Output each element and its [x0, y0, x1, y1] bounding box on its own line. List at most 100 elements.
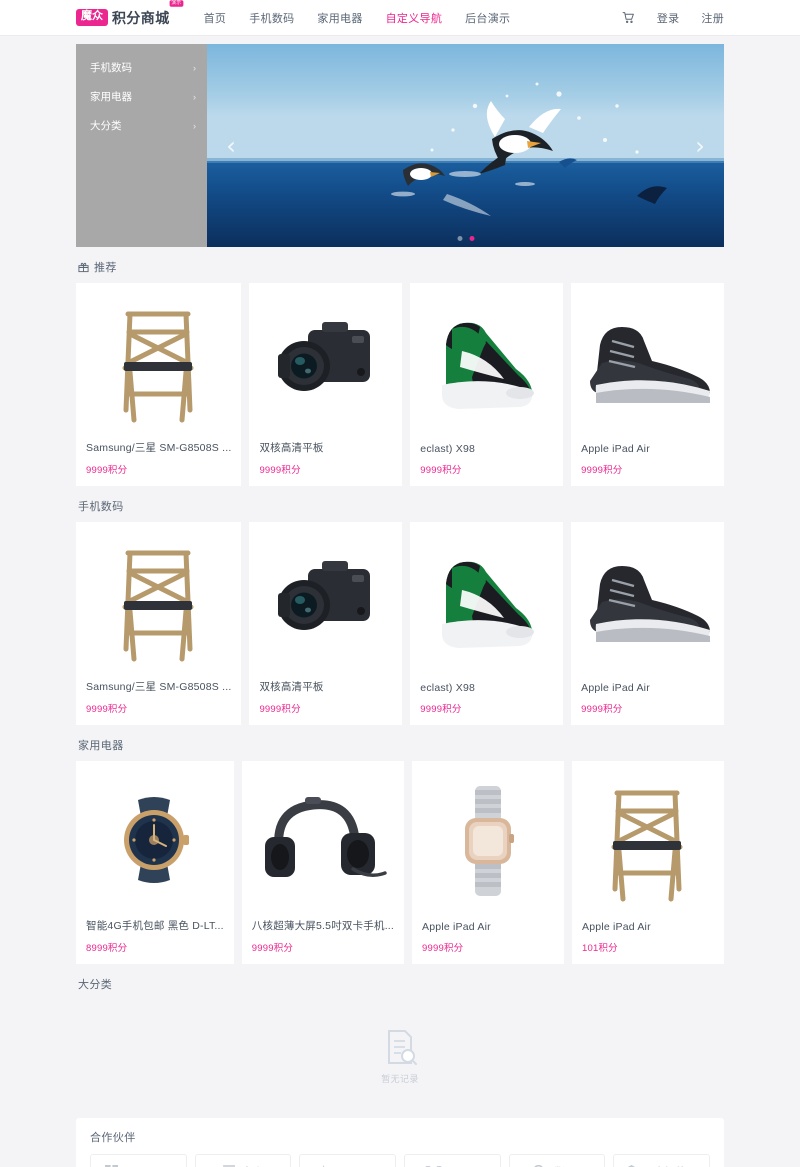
- side-menu-label: 大分类: [90, 120, 122, 132]
- product-price: 9999积分: [86, 704, 128, 715]
- product-image-camera: [249, 283, 402, 440]
- empty-state: 暂无记录: [76, 1000, 724, 1112]
- product-image-boot: [571, 283, 724, 443]
- product-card[interactable]: Samsung/三星 SM-G8508S ... 9999积分: [76, 522, 242, 725]
- product-grid-home-appliance: 智能4G手机包邮 黑色 D-LT... 8999积分 八核超薄大屏5.5吋双卡手…: [76, 761, 725, 964]
- product-card[interactable]: Apple iPad Air 101积分: [572, 761, 725, 964]
- partner-label: 阿里云: [446, 1164, 480, 1167]
- side-menu-item-home-appliance[interactable]: 家用电器 ›: [76, 82, 207, 111]
- product-info: 双核高清平板 9999积分: [249, 440, 402, 486]
- product-title: Apple iPad Air: [582, 921, 651, 933]
- product-info: 智能4G手机包邮 黑色 D-LT... 8999积分: [76, 918, 234, 964]
- section-title-text: 推荐: [94, 262, 117, 274]
- product-info: Apple iPad Air 9999积分: [571, 682, 724, 725]
- partners-panel: 合作伙伴 ModStart 魔众: [76, 1118, 724, 1167]
- product-card[interactable]: Apple iPad Air 9999积分: [571, 283, 725, 486]
- product-price: 9999积分: [251, 943, 294, 954]
- product-card[interactable]: Apple iPad Air 9999积分: [412, 761, 565, 964]
- product-info: eclast) X98 9999积分: [410, 443, 563, 486]
- product-price: 9999积分: [420, 704, 462, 715]
- hero-carousel[interactable]: ‹ ›: [207, 44, 724, 247]
- nav-item-mobile-digital[interactable]: 手机数码: [249, 10, 294, 26]
- product-price: 9999积分: [259, 465, 301, 476]
- product-info: Samsung/三星 SM-G8508S ... 9999积分: [76, 679, 241, 725]
- product-title: Apple iPad Air: [581, 443, 650, 455]
- partner-tencentcloud[interactable]: 腾讯云: [508, 1154, 606, 1167]
- partner-label: 百度智能云: [642, 1164, 698, 1167]
- product-info: Apple iPad Air 9999积分: [571, 443, 724, 486]
- nav-item-home-appliance[interactable]: 家用电器: [317, 10, 362, 26]
- product-image-chair: [76, 522, 241, 679]
- product-price: 9999积分: [259, 704, 301, 715]
- product-info: 八核超薄大屏5.5吋双卡手机... 9999积分: [242, 918, 404, 964]
- main-nav: 首页 手机数码 家用电器 自定义导航 后台演示: [204, 10, 511, 26]
- nav-item-admin-demo[interactable]: 后台演示: [465, 10, 510, 26]
- hero-section: 手机数码 › 家用电器 › 大分类 › ‹ ›: [76, 44, 724, 247]
- product-card[interactable]: Samsung/三星 SM-G8508S ... 9999积分: [76, 283, 242, 486]
- site-header: 魔众 积分商城 演示 首页 手机数码 家用电器 自定义导航 后台演示 登录 注册: [0, 0, 800, 36]
- product-title: 八核超薄大屏5.5吋双卡手机...: [251, 920, 395, 932]
- document-search-icon: [383, 1028, 417, 1066]
- chevron-right-icon: ›: [193, 62, 196, 73]
- product-image-sneaker: [410, 522, 563, 682]
- side-menu-item-big-category[interactable]: 大分类 ›: [76, 111, 207, 140]
- brand-name-text: 积分商城: [112, 9, 170, 26]
- brand-logo[interactable]: 魔众 积分商城 演示: [76, 0, 184, 28]
- login-link[interactable]: 登录: [657, 10, 680, 26]
- partner-mozhong[interactable]: 魔众: [194, 1154, 292, 1167]
- product-card[interactable]: eclast) X98 9999积分: [410, 522, 564, 725]
- cart-icon[interactable]: [622, 11, 635, 24]
- product-card[interactable]: 双核高清平板 9999积分: [249, 522, 403, 725]
- product-card[interactable]: Apple iPad Air 9999积分: [571, 522, 725, 725]
- product-info: Apple iPad Air 9999积分: [412, 921, 564, 964]
- section-title-home-appliance: 家用电器: [76, 725, 724, 761]
- product-image-camera: [249, 522, 402, 679]
- partner-aliyun[interactable]: 阿里云: [404, 1154, 501, 1167]
- product-title: Samsung/三星 SM-G8508S ...: [86, 442, 232, 454]
- product-title: Apple iPad Air: [581, 682, 650, 694]
- gift-icon: [78, 262, 89, 273]
- product-card[interactable]: 八核超薄大屏5.5吋双卡手机... 9999积分: [241, 761, 405, 964]
- product-title: 双核高清平板: [259, 681, 324, 693]
- product-info: Samsung/三星 SM-G8508S ... 9999积分: [76, 440, 241, 486]
- product-title: eclast) X98: [420, 682, 476, 694]
- partner-baiducloud[interactable]: 百度智能云: [613, 1154, 711, 1167]
- carousel-image: [207, 44, 724, 247]
- carousel-dot-2[interactable]: [469, 236, 474, 241]
- partner-huawei[interactable]: HUAWEI: [299, 1154, 397, 1167]
- product-title: eclast) X98: [420, 443, 476, 455]
- product-title: Apple iPad Air: [422, 921, 491, 933]
- section-mobile-digital: 手机数码 Samsung/三星 SM-G8508S ... 9999积分 双核高…: [76, 486, 725, 725]
- nav-item-custom-nav[interactable]: 自定义导航: [386, 10, 443, 26]
- product-grid-mobile-digital: Samsung/三星 SM-G8508S ... 9999积分 双核高清平板 9…: [76, 522, 725, 725]
- carousel-prev-button[interactable]: ‹: [217, 134, 245, 158]
- product-price: 9999积分: [581, 465, 623, 476]
- side-menu-item-mobile-digital[interactable]: 手机数码 ›: [76, 53, 207, 82]
- product-card[interactable]: 智能4G手机包邮 黑色 D-LT... 8999积分: [76, 761, 234, 964]
- product-info: 双核高清平板 9999积分: [249, 679, 402, 725]
- product-image-headphones: [242, 761, 404, 918]
- product-card[interactable]: 双核高清平板 9999积分: [249, 283, 403, 486]
- product-card[interactable]: eclast) X98 9999积分: [410, 283, 564, 486]
- partners-list: ModStart 魔众 HUAWEI: [90, 1154, 711, 1167]
- product-title: 智能4G手机包邮 黑色 D-LT...: [86, 920, 224, 932]
- carousel-dots: [457, 236, 474, 241]
- side-menu-label: 手机数码: [90, 62, 132, 74]
- section-title-text: 家用电器: [78, 740, 124, 752]
- product-info: Apple iPad Air 101积分: [572, 921, 724, 964]
- product-image-smartwatch: [412, 761, 564, 921]
- product-price: 101积分: [582, 943, 618, 954]
- product-image-sneaker: [410, 283, 563, 443]
- carousel-dot-1[interactable]: [457, 236, 462, 241]
- brand-badge: 魔众: [76, 9, 108, 26]
- section-title-text: 大分类: [78, 979, 113, 991]
- nav-item-home[interactable]: 首页: [204, 10, 227, 26]
- carousel-next-button[interactable]: ›: [686, 134, 714, 158]
- register-link[interactable]: 注册: [701, 10, 724, 26]
- product-title: 双核高清平板: [259, 442, 324, 454]
- section-home-appliance: 家用电器 智能4G手机包邮 黑色 D-LT... 8999积分 八核超薄大屏5.…: [76, 725, 725, 964]
- section-title-recommend: 推荐: [76, 247, 724, 283]
- product-price: 9999积分: [86, 465, 128, 476]
- section-title-mobile-digital: 手机数码: [76, 486, 724, 522]
- partner-modstart[interactable]: ModStart: [90, 1154, 187, 1167]
